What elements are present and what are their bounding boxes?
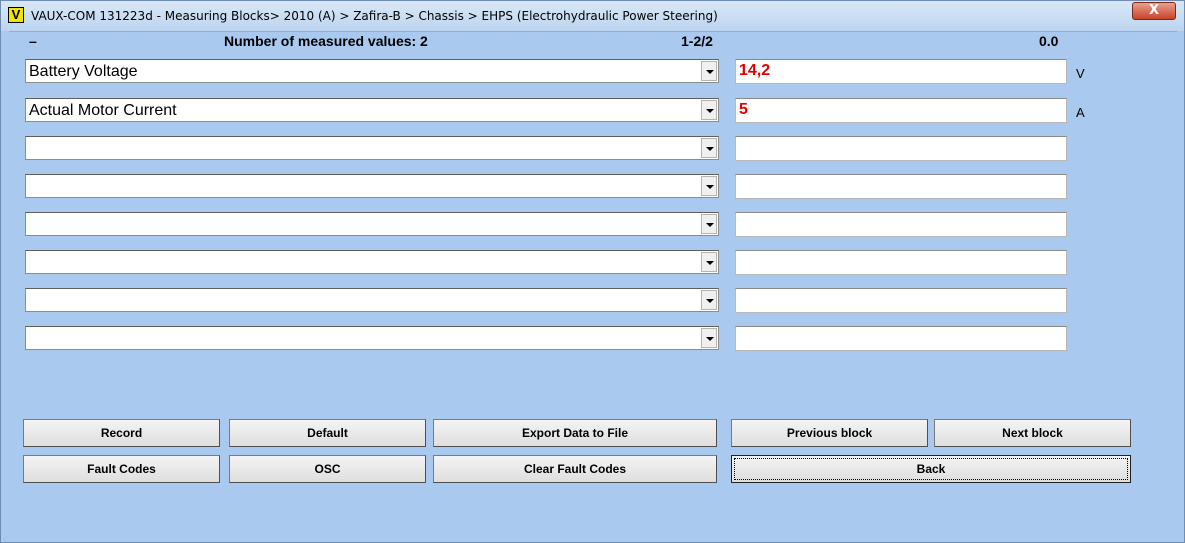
osc-button[interactable]: OSC	[229, 455, 426, 483]
value-field-8	[735, 326, 1067, 351]
measure-select-4[interactable]	[25, 174, 719, 198]
value-field-7	[735, 288, 1067, 313]
unit-label-1: V	[1076, 66, 1085, 81]
chevron-down-icon[interactable]	[701, 100, 717, 120]
value-field-3	[735, 136, 1067, 161]
measure-select-6[interactable]	[25, 250, 719, 274]
app-logo-icon: V	[8, 7, 24, 23]
value-field-1: 14,2	[735, 59, 1067, 84]
window-title: VAUX-COM 131223d - Measuring Blocks> 201…	[31, 9, 718, 23]
collapse-dash: –	[29, 33, 37, 49]
chevron-down-icon[interactable]	[701, 176, 717, 196]
chevron-down-icon[interactable]	[701, 61, 717, 81]
chevron-down-icon[interactable]	[701, 214, 717, 234]
chevron-down-icon[interactable]	[701, 138, 717, 158]
value-field-5	[735, 212, 1067, 237]
value-text: 5	[739, 101, 748, 118]
chevron-down-icon[interactable]	[701, 252, 717, 272]
measure-select-7[interactable]	[25, 288, 719, 312]
measure-select-2[interactable]: Actual Motor Current	[25, 98, 719, 122]
value-field-6	[735, 250, 1067, 275]
value-text: 14,2	[739, 62, 771, 79]
header-value: 0.0	[1039, 33, 1059, 49]
app-window: V VAUX-COM 131223d - Measuring Blocks> 2…	[0, 0, 1185, 543]
value-field-4	[735, 174, 1067, 199]
measure-select-3[interactable]	[25, 136, 719, 160]
page-indicator: 1-2/2	[681, 33, 713, 49]
next-block-button[interactable]: Next block	[934, 419, 1131, 447]
fault-codes-button[interactable]: Fault Codes	[23, 455, 220, 483]
close-button[interactable]: X	[1132, 2, 1176, 20]
measured-count-label: Number of measured values: 2	[224, 33, 428, 49]
default-button[interactable]: Default	[229, 419, 426, 447]
measure-select-text: Actual Motor Current	[29, 102, 177, 119]
chevron-down-icon[interactable]	[701, 290, 717, 310]
back-button[interactable]: Back	[731, 455, 1131, 483]
measure-select-5[interactable]	[25, 212, 719, 236]
record-button[interactable]: Record	[23, 419, 220, 447]
measure-select-8[interactable]	[25, 326, 719, 350]
clear-fault-codes-button[interactable]: Clear Fault Codes	[433, 455, 717, 483]
measure-select-text: Battery Voltage	[29, 63, 138, 80]
title-bar[interactable]: V VAUX-COM 131223d - Measuring Blocks> 2…	[1, 1, 1184, 31]
measure-select-1[interactable]: Battery Voltage	[25, 59, 719, 83]
previous-block-button[interactable]: Previous block	[731, 419, 928, 447]
value-field-2: 5	[735, 98, 1067, 123]
chevron-down-icon[interactable]	[701, 328, 717, 348]
export-data-button[interactable]: Export Data to File	[433, 419, 717, 447]
unit-label-2: A	[1076, 105, 1085, 120]
